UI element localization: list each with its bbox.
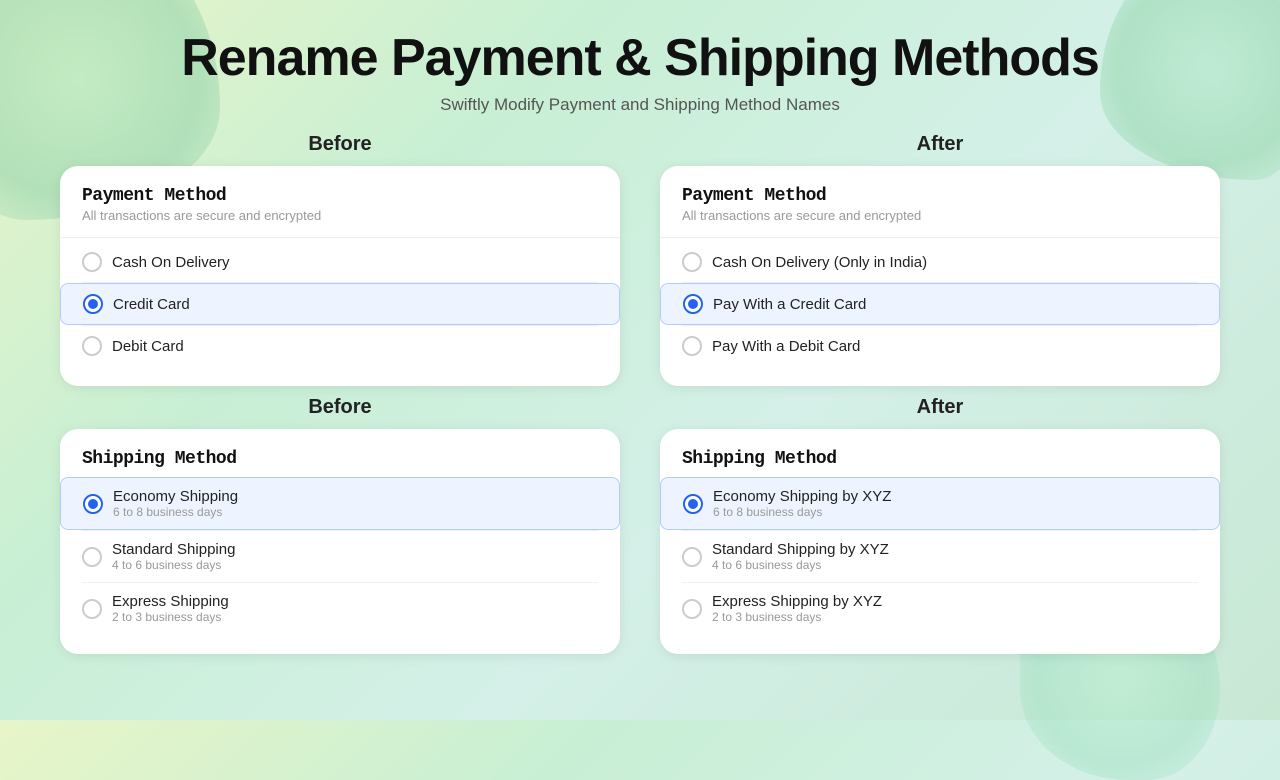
shipping-before-card-title: Shipping Method (82, 449, 598, 469)
option-label: Economy Shipping by XYZ (713, 488, 891, 505)
radio-unselected-icon (82, 547, 102, 567)
payment-after-card-title: Payment Method (682, 186, 1198, 206)
option-sublabel: 6 to 8 business days (113, 505, 238, 519)
payment-after-label: After (917, 133, 964, 156)
option-label: Standard Shipping (112, 541, 235, 558)
shipping-before-options: Economy Shipping6 to 8 business days Stan… (82, 477, 598, 634)
option-label-wrap: Express Shipping by XYZ2 to 3 business d… (712, 593, 882, 624)
option-label-wrap: Cash On Delivery (Only in India) (712, 254, 927, 271)
option-label: Standard Shipping by XYZ (712, 541, 889, 558)
option-sublabel: 4 to 6 business days (112, 558, 235, 572)
payment-before-card: Payment Method All transactions are secu… (60, 166, 620, 386)
payment-after-col: After Payment Method All transactions ar… (660, 133, 1220, 386)
option-row[interactable]: Economy Shipping6 to 8 business days (60, 477, 620, 530)
option-row[interactable]: Standard Shipping4 to 6 business days (82, 531, 598, 582)
radio-unselected-icon (682, 547, 702, 567)
option-label: Express Shipping by XYZ (712, 593, 882, 610)
radio-unselected-icon (682, 336, 702, 356)
option-row[interactable]: Express Shipping2 to 3 business days (82, 583, 598, 634)
payment-after-options: Cash On Delivery (Only in India) Pay With… (682, 242, 1198, 366)
option-label-wrap: Economy Shipping by XYZ6 to 8 business d… (713, 488, 891, 519)
option-label-wrap: Credit Card (113, 296, 190, 313)
option-sublabel: 2 to 3 business days (712, 610, 882, 624)
radio-selected-icon (83, 494, 103, 514)
option-label: Cash On Delivery (112, 254, 230, 271)
option-row[interactable]: Economy Shipping by XYZ6 to 8 business d… (660, 477, 1220, 530)
option-sublabel: 6 to 8 business days (713, 505, 891, 519)
option-row[interactable]: Credit Card (60, 283, 620, 325)
payment-before-divider (60, 237, 620, 238)
option-label-wrap: Standard Shipping4 to 6 business days (112, 541, 235, 572)
payment-before-card-subtitle: All transactions are secure and encrypte… (82, 208, 598, 223)
shipping-after-card-title: Shipping Method (682, 449, 1198, 469)
option-label-wrap: Economy Shipping6 to 8 business days (113, 488, 238, 519)
shipping-before-col: Before Shipping Method Economy Shipping6… (60, 396, 620, 654)
option-label-wrap: Pay With a Credit Card (713, 296, 866, 313)
shipping-after-label: After (917, 396, 964, 419)
payment-after-card-subtitle: All transactions are secure and encrypte… (682, 208, 1198, 223)
radio-unselected-icon (82, 336, 102, 356)
option-label: Pay With a Debit Card (712, 338, 860, 355)
option-label: Debit Card (112, 338, 184, 355)
radio-unselected-icon (82, 252, 102, 272)
option-sublabel: 2 to 3 business days (112, 610, 229, 624)
radio-unselected-icon (682, 599, 702, 619)
option-label: Pay With a Credit Card (713, 296, 866, 313)
option-label-wrap: Express Shipping2 to 3 business days (112, 593, 229, 624)
option-sublabel: 4 to 6 business days (712, 558, 889, 572)
page-title: Rename Payment & Shipping Methods (181, 30, 1099, 87)
option-label-wrap: Cash On Delivery (112, 254, 230, 271)
option-label: Economy Shipping (113, 488, 238, 505)
payment-before-col: Before Payment Method All transactions a… (60, 133, 620, 386)
option-label-wrap: Debit Card (112, 338, 184, 355)
option-row[interactable]: Express Shipping by XYZ2 to 3 business d… (682, 583, 1198, 634)
radio-selected-icon (683, 294, 703, 314)
option-label-wrap: Pay With a Debit Card (712, 338, 860, 355)
option-row[interactable]: Cash On Delivery (82, 242, 598, 282)
page-subtitle: Swiftly Modify Payment and Shipping Meth… (440, 95, 840, 115)
payment-after-divider (660, 237, 1220, 238)
shipping-before-label: Before (308, 396, 371, 419)
shipping-before-card: Shipping Method Economy Shipping6 to 8 b… (60, 429, 620, 654)
payment-before-options: Cash On Delivery Credit Card Debit Card (82, 242, 598, 366)
option-label-wrap: Standard Shipping by XYZ4 to 6 business … (712, 541, 889, 572)
shipping-after-col: After Shipping Method Economy Shipping b… (660, 396, 1220, 654)
payment-row: Before Payment Method All transactions a… (60, 133, 1220, 386)
option-label: Credit Card (113, 296, 190, 313)
option-label: Cash On Delivery (Only in India) (712, 254, 927, 271)
payment-after-card: Payment Method All transactions are secu… (660, 166, 1220, 386)
option-row[interactable]: Debit Card (82, 326, 598, 366)
radio-selected-icon (683, 494, 703, 514)
option-row[interactable]: Standard Shipping by XYZ4 to 6 business … (682, 531, 1198, 582)
radio-selected-icon (83, 294, 103, 314)
shipping-after-card: Shipping Method Economy Shipping by XYZ6… (660, 429, 1220, 654)
option-row[interactable]: Pay With a Credit Card (660, 283, 1220, 325)
radio-unselected-icon (82, 599, 102, 619)
option-row[interactable]: Cash On Delivery (Only in India) (682, 242, 1198, 282)
option-label: Express Shipping (112, 593, 229, 610)
payment-before-card-title: Payment Method (82, 186, 598, 206)
option-row[interactable]: Pay With a Debit Card (682, 326, 1198, 366)
payment-before-label: Before (308, 133, 371, 156)
shipping-row: Before Shipping Method Economy Shipping6… (60, 396, 1220, 654)
shipping-after-options: Economy Shipping by XYZ6 to 8 business d… (682, 477, 1198, 634)
radio-unselected-icon (682, 252, 702, 272)
